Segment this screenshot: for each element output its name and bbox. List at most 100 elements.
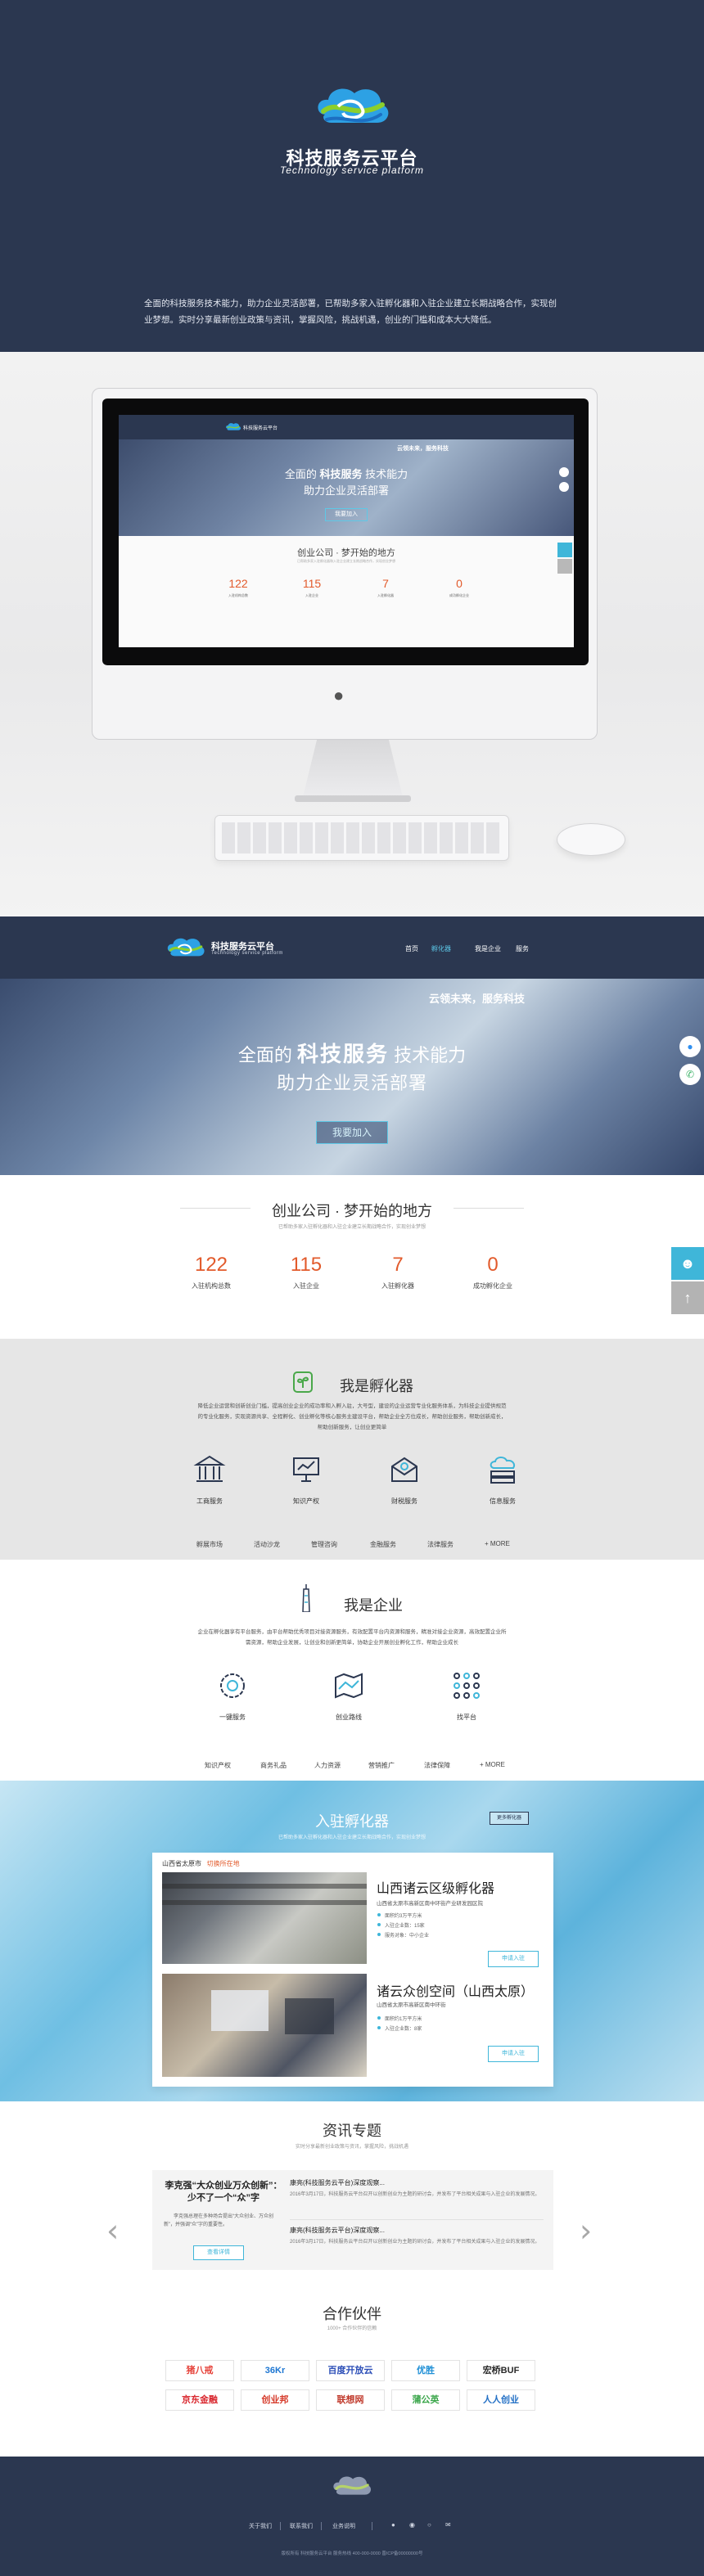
partner-logo[interactable]: 创业邦: [241, 2389, 309, 2411]
banner-headline-post: 技术能力: [394, 1045, 467, 1065]
startup-title: 创业公司 · 梦开始的地方: [272, 1203, 432, 1219]
news-item[interactable]: 康亮(科技服务云平台)深度观察... 2016年3月17日，科技服务云平台召开以…: [290, 2178, 544, 2199]
nav-item-incubator[interactable]: 孵化器: [431, 944, 451, 953]
partner-logo[interactable]: 优胜: [391, 2360, 460, 2381]
chevron-right-icon[interactable]: ›: [580, 2213, 592, 2249]
partner-logo[interactable]: 宏桥BUF: [467, 2360, 535, 2381]
partner-logo[interactable]: 人人创业: [467, 2389, 535, 2411]
mini-stat-value: 122: [228, 577, 248, 590]
enterprise-more-link[interactable]: + MORE: [480, 1761, 505, 1768]
incubator-detail: 入驻企业数：8家: [377, 2024, 422, 2032]
stat-value: 115: [290, 1254, 323, 1276]
service-info[interactable]: 信息服务: [470, 1453, 535, 1506]
mini-logo-icon: [226, 423, 241, 430]
wechat-icon[interactable]: ●: [391, 2521, 395, 2529]
presentation-icon: [293, 1457, 319, 1482]
nav-item-home[interactable]: 首页: [405, 944, 418, 953]
incubator-link[interactable]: 法律服务: [427, 1540, 454, 1549]
mini-brand: 科技服务云平台: [243, 426, 278, 431]
news-item-title[interactable]: 康亮(科技服务云平台)深度观察...: [290, 2226, 544, 2235]
apply-button[interactable]: 申请入驻: [488, 1951, 539, 1967]
mini-banner-tag: 云领未来，服务科技: [397, 446, 449, 452]
mini-banner-cta: 我要加入: [325, 508, 368, 521]
incubator-name[interactable]: 山西诸云区级孵化器: [377, 1877, 494, 1897]
stat-label: 成功孵化企业: [473, 1282, 512, 1290]
news-feature-desc: 李克强总理在多种场合提出“大众创业、万众创新”，并强调“众”字的重要性。: [164, 2214, 273, 2227]
weibo-icon[interactable]: ◉: [409, 2521, 415, 2529]
enterprise-link[interactable]: 法律保障: [424, 1761, 450, 1770]
news-item-title[interactable]: 康亮(科技服务云平台)深度观察...: [290, 2178, 544, 2187]
join-button[interactable]: 我要加入: [316, 1121, 388, 1144]
incubator-photo: [162, 1872, 367, 1964]
stat-label: 入驻企业: [293, 1282, 319, 1290]
join-title: 入驻孵化器: [315, 1813, 389, 1830]
mini-banner-line2: 助力企业灵活部署: [303, 484, 389, 497]
nav-item-service[interactable]: 服务: [516, 944, 529, 953]
enterprise-link[interactable]: 营销推广: [368, 1761, 395, 1770]
incubator-link[interactable]: 管理咨询: [311, 1540, 337, 1549]
service-ip[interactable]: 知识产权: [273, 1453, 339, 1506]
news-item[interactable]: 康亮(科技服务云平台)深度观察... 2016年3月17日，科技服务云平台召开以…: [290, 2226, 544, 2246]
apple-icon: ●: [333, 685, 345, 705]
mini-stat-value: 7: [382, 577, 389, 590]
partner-logo[interactable]: 蒲公英: [391, 2389, 460, 2411]
mouse-image: [557, 823, 625, 856]
enterprise-link[interactable]: 人力资源: [314, 1761, 341, 1770]
stat-value: 122: [194, 1254, 228, 1276]
mini-startup-title: 创业公司 · 梦开始的地方: [297, 548, 395, 558]
incubator-more-link[interactable]: + MORE: [485, 1540, 510, 1547]
chat-icon[interactable]: ●: [679, 1036, 701, 1057]
chevron-left-icon[interactable]: ‹: [106, 2213, 119, 2249]
gear-icon: [220, 1673, 245, 1698]
footer-link-business[interactable]: 业务说明: [332, 2522, 355, 2530]
service-label: 知识产权: [293, 1497, 319, 1505]
divider: [280, 2522, 281, 2530]
partner-logo[interactable]: 36Kr: [241, 2360, 309, 2381]
view-details-button[interactable]: 查看详情: [193, 2245, 244, 2260]
mini-stat-label: 入驻机构总数: [228, 593, 248, 597]
partner-logo[interactable]: 京东金融: [165, 2389, 234, 2411]
qq-icon[interactable]: ○: [427, 2521, 431, 2529]
partner-logo[interactable]: 百度开放云: [316, 2360, 385, 2381]
service-route[interactable]: 创业路线: [316, 1669, 381, 1722]
incubator-section: 我是孵化器 降低企业运营和创新创业门槛，提高创业企业的成功率和入孵入驻，大号型，…: [0, 1339, 704, 1560]
news-feature-title[interactable]: 李克强“大众创业万众创新”：少不了一个“众”字: [164, 2180, 283, 2204]
email-icon[interactable]: ✉: [445, 2521, 451, 2529]
service-label: 工商服务: [196, 1497, 223, 1505]
service-platform[interactable]: 找平台: [434, 1669, 499, 1722]
location-switch-link[interactable]: 切换所在地: [207, 1860, 240, 1867]
mini-nav: 科技服务云平台: [119, 415, 574, 439]
incubator-link[interactable]: 孵展市场: [196, 1540, 223, 1549]
enterprise-section: 我是企业 企业在孵化器享有平台服务，由平台帮助优秀项目对接资源服务，有效配置平台…: [0, 1560, 704, 1781]
apply-button[interactable]: 申请入驻: [488, 2046, 539, 2062]
nav-logo-icon[interactable]: [165, 934, 206, 962]
phone-icon[interactable]: ✆: [679, 1064, 701, 1085]
divider: [321, 2522, 322, 2530]
stat-label: 入驻机构总数: [192, 1282, 231, 1290]
partner-logo[interactable]: 联想网: [316, 2389, 385, 2411]
incubator-link[interactable]: 活动沙龙: [254, 1540, 280, 1549]
service-business[interactable]: 工商服务: [177, 1453, 242, 1506]
nav-item-enterprise[interactable]: 我是企业: [475, 944, 501, 953]
footer-link-about[interactable]: 关于我们: [249, 2522, 272, 2530]
mini-phone-icon: [559, 482, 569, 492]
monitor-screen: 科技服务云平台 云领未来，服务科技 全面的 科技服务 技术能力 助力企业灵活部署…: [119, 415, 574, 647]
enterprise-link[interactable]: 商务礼品: [260, 1761, 287, 1770]
news-item-text: 2016年3月17日，科技服务云平台召开以创新创业为主题的研讨会，并发布了平台相…: [290, 2240, 540, 2245]
service-tax[interactable]: 财税服务: [372, 1453, 437, 1506]
incubator-link[interactable]: 金融服务: [370, 1540, 396, 1549]
mini-startup-subtitle: 已帮助多家入驻孵化器和入驻企业建立长期战略合作，实现创业梦想: [297, 559, 395, 563]
more-incubators-button[interactable]: 更多孵化器: [490, 1812, 529, 1825]
user-icon[interactable]: ☻: [671, 1247, 704, 1280]
enterprise-link[interactable]: 知识产权: [205, 1761, 231, 1770]
service-label: 找平台: [457, 1714, 476, 1721]
bank-icon: [193, 1455, 226, 1482]
partners-subtitle: 1000+ 合作伙伴的信赖: [327, 2326, 377, 2331]
partner-logo[interactable]: 猪八戒: [165, 2360, 234, 2381]
incubator-name[interactable]: 诸云众创空间（山西太原）: [377, 1980, 534, 2000]
incubator-photo: [162, 1974, 367, 2077]
incubator-title: 我是孵化器: [340, 1378, 413, 1394]
footer-link-contact[interactable]: 联系我们: [290, 2522, 313, 2530]
service-one-click[interactable]: 一键服务: [200, 1669, 265, 1722]
arrow-up-icon[interactable]: ↑: [671, 1281, 704, 1314]
